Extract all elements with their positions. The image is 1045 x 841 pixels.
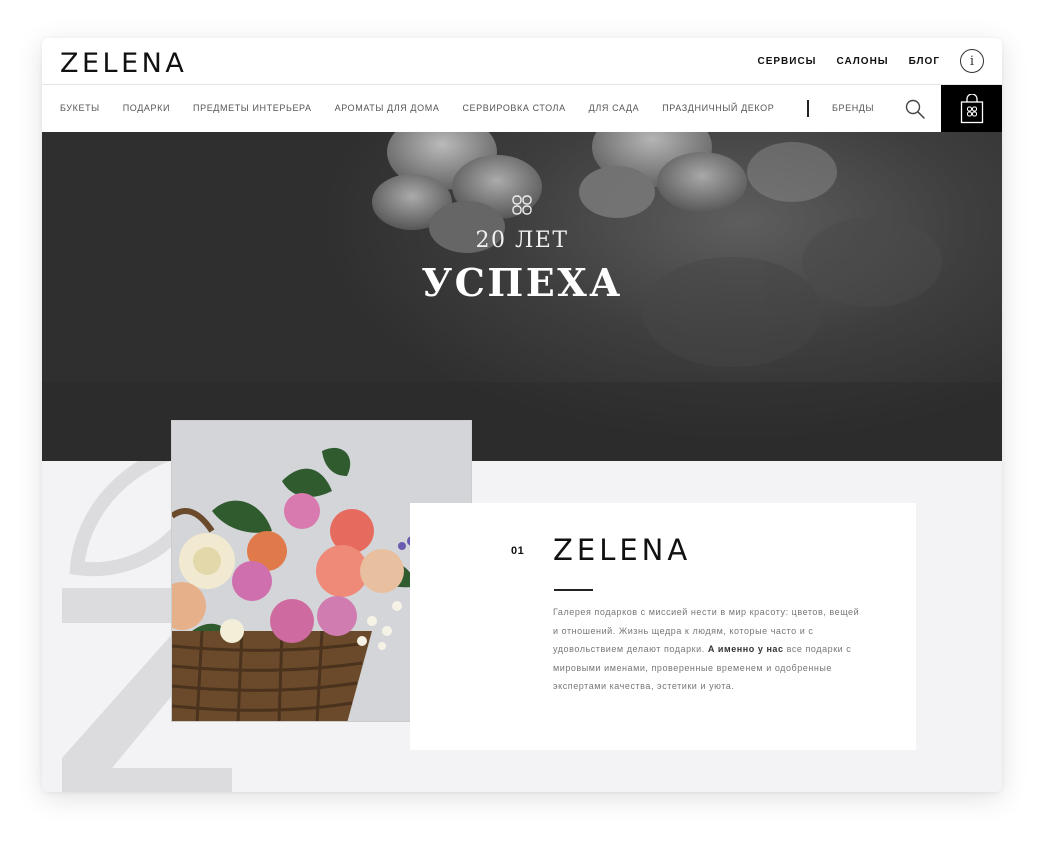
search-icon[interactable] [904,98,926,120]
top-bar: ZELENA СЕРВИСЫ САЛОНЫ БЛОГ i [42,38,1002,85]
nav-item-gifts[interactable]: ПОДАРКИ [123,103,170,113]
category-nav: БУКЕТЫ ПОДАРКИ ПРЕДМЕТЫ ИНТЕРЬЕРА АРОМАТ… [42,85,1002,132]
category-list: БУКЕТЫ ПОДАРКИ ПРЕДМЕТЫ ИНТЕРЬЕРА АРОМАТ… [60,103,774,113]
section-title: ZELENA [553,533,692,567]
about-description: Галерея подарков с миссией нести в мир к… [553,603,863,696]
about-text-bold: А именно у нас [707,644,784,654]
about-card: 01 ZELENA Галерея подарков с миссией нес… [410,503,916,750]
hero-banner: 20 ЛЕТ УСПЕХА [42,132,1002,461]
shopping-bag-icon [960,93,983,123]
nav-item-holiday-decor[interactable]: ПРАЗДНИЧНЫЙ ДЕКОР [662,103,774,113]
info-icon[interactable]: i [960,49,984,73]
hero-subtitle: 20 ЛЕТ [475,228,569,253]
nav-item-garden[interactable]: ДЛЯ САДА [589,103,640,113]
nav-item-brands[interactable]: БРЕНДЫ [832,103,874,113]
title-underline [554,589,593,591]
nav-divider [807,100,809,117]
cart-button[interactable] [941,85,1002,132]
page-frame: ZELENA СЕРВИСЫ САЛОНЫ БЛОГ i БУКЕТЫ ПОДА… [42,38,1002,792]
nav-item-home-scents[interactable]: АРОМАТЫ ДЛЯ ДОМА [335,103,440,113]
logo[interactable]: ZELENA [60,48,187,79]
link-blog[interactable]: БЛОГ [909,56,940,67]
hero-title: УСПЕХА [421,260,623,305]
nav-item-bouquets[interactable]: БУКЕТЫ [60,103,100,113]
top-links: СЕРВИСЫ САЛОНЫ БЛОГ [757,56,940,67]
link-salons[interactable]: САЛОНЫ [836,56,888,67]
link-services[interactable]: СЕРВИСЫ [757,56,816,67]
clover-icon [512,195,532,215]
nav-item-interior[interactable]: ПРЕДМЕТЫ ИНТЕРЬЕРА [193,103,312,113]
nav-item-table-setting[interactable]: СЕРВИРОВКА СТОЛА [462,103,565,113]
section-number: 01 [511,545,525,557]
